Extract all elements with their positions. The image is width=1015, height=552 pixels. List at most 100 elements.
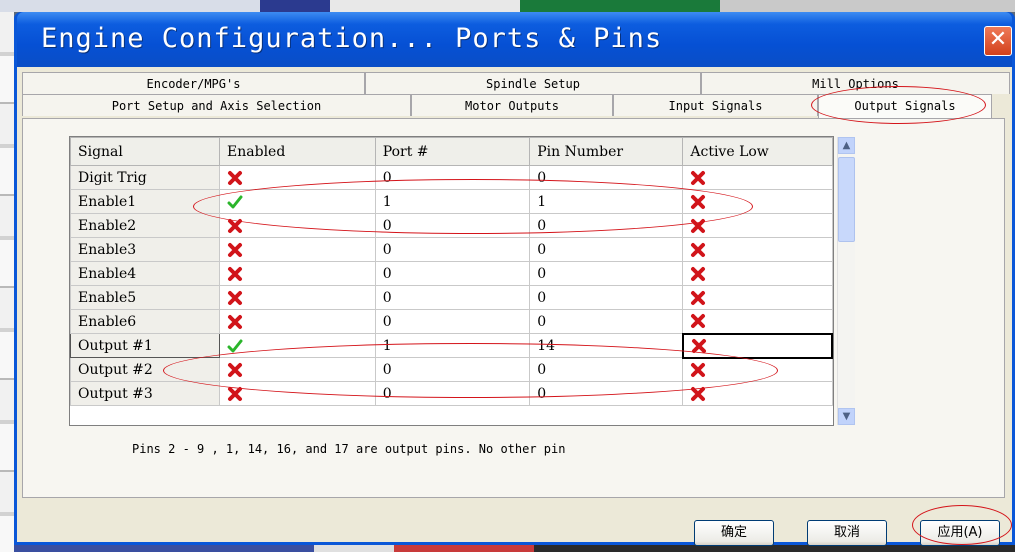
red-x-icon	[228, 290, 243, 305]
red-x-icon	[691, 338, 706, 353]
pin-number-cell[interactable]: 1	[529, 189, 684, 214]
output-signals-panel: Signal Enabled Port # Pin Number Active …	[22, 118, 1005, 498]
port-cell[interactable]: 0	[374, 237, 531, 262]
signal-name-cell[interactable]: Enable4	[70, 261, 221, 286]
active-low-cell[interactable]	[682, 309, 833, 334]
pin-number-cell[interactable]: 0	[529, 381, 684, 406]
scroll-up-arrow-icon[interactable]: ▲	[838, 137, 855, 154]
ok-button[interactable]: 确定	[694, 520, 774, 546]
red-x-icon	[691, 362, 706, 377]
apply-button[interactable]: 应用(A)	[920, 520, 1000, 546]
engine-config-dialog: Engine Configuration... Ports & Pins ✕ E…	[14, 12, 1015, 546]
port-cell[interactable]: 0	[374, 381, 531, 406]
red-x-icon	[228, 386, 243, 401]
active-low-cell[interactable]	[682, 285, 833, 310]
tab-mill-options[interactable]: Mill Options	[701, 72, 1010, 94]
active-low-cell[interactable]	[682, 261, 833, 286]
pin-number-cell[interactable]: 0	[529, 309, 684, 334]
active-low-cell[interactable]	[682, 165, 833, 190]
title-bar[interactable]: Engine Configuration... Ports & Pins ✕	[17, 12, 1012, 67]
red-x-icon	[691, 314, 706, 329]
grid-row[interactable]: Output #3 0 0	[70, 381, 833, 406]
red-x-icon	[228, 314, 243, 329]
active-low-cell[interactable]	[682, 237, 833, 262]
dialog-body: Encoder/MPG's Spindle Setup Mill Options…	[17, 67, 1012, 546]
col-header-port[interactable]: Port #	[374, 137, 531, 166]
red-x-icon	[691, 242, 706, 257]
pin-number-cell[interactable]: 0	[529, 285, 684, 310]
pin-number-cell[interactable]: 0	[529, 261, 684, 286]
grid-row[interactable]: Enable3 0 0	[70, 237, 833, 262]
signal-name-cell[interactable]: Enable5	[70, 285, 221, 310]
port-cell[interactable]: 0	[374, 309, 531, 334]
port-cell[interactable]: 1	[374, 333, 531, 358]
port-cell[interactable]: 0	[374, 285, 531, 310]
tab-row-bottom: Port Setup and Axis Selection Motor Outp…	[22, 94, 1004, 118]
enabled-cell[interactable]	[219, 261, 376, 286]
enabled-cell[interactable]	[219, 285, 376, 310]
tab-port-setup[interactable]: Port Setup and Axis Selection	[22, 94, 411, 116]
pin-number-cell[interactable]: 0	[529, 237, 684, 262]
active-low-cell[interactable]	[682, 357, 833, 382]
grid-row[interactable]: Output #2 0 0	[70, 357, 833, 382]
signal-name-cell[interactable]: Enable1	[70, 189, 221, 214]
port-cell[interactable]: 1	[374, 189, 531, 214]
tab-motor-outputs[interactable]: Motor Outputs	[411, 94, 613, 116]
signal-name-cell[interactable]: Output #3	[70, 381, 221, 406]
grid-row[interactable]: Output #1 1 14	[70, 332, 833, 359]
col-header-active-low[interactable]: Active Low	[682, 137, 833, 166]
tab-output-signals[interactable]: Output Signals	[818, 94, 992, 118]
col-header-enabled[interactable]: Enabled	[219, 137, 376, 166]
desktop-background	[0, 0, 1015, 12]
active-low-cell[interactable]	[682, 189, 833, 214]
enabled-cell[interactable]	[219, 165, 376, 190]
cancel-button[interactable]: 取消	[807, 520, 887, 546]
pin-number-cell[interactable]: 0	[529, 165, 684, 190]
scrollbar-thumb[interactable]	[838, 157, 855, 242]
grid-row[interactable]: Enable4 0 0	[70, 261, 833, 286]
signal-name-cell[interactable]: Enable3	[70, 237, 221, 262]
port-cell[interactable]: 0	[374, 213, 531, 238]
grid-row[interactable]: Enable2 0 0	[70, 213, 833, 238]
grid-vertical-scrollbar[interactable]: ▲ ▼	[837, 137, 855, 425]
red-x-icon	[228, 218, 243, 233]
desktop-background-left	[0, 12, 14, 552]
tab-encoder-mpg[interactable]: Encoder/MPG's	[22, 72, 365, 94]
signal-name-cell[interactable]: Output #2	[70, 357, 221, 382]
col-header-signal[interactable]: Signal	[70, 137, 221, 166]
port-cell[interactable]: 0	[374, 261, 531, 286]
enabled-cell[interactable]	[219, 381, 376, 406]
pin-number-cell[interactable]: 14	[529, 333, 684, 358]
enabled-cell[interactable]	[219, 309, 376, 334]
pin-number-cell[interactable]: 0	[529, 213, 684, 238]
col-header-pin-number[interactable]: Pin Number	[529, 137, 684, 166]
tab-spindle-setup[interactable]: Spindle Setup	[365, 72, 701, 94]
signals-grid: Signal Enabled Port # Pin Number Active …	[69, 136, 834, 426]
tab-input-signals[interactable]: Input Signals	[613, 94, 818, 116]
grid-row[interactable]: Enable6 0 0	[70, 309, 833, 334]
grid-row[interactable]: Digit Trig 0 0	[70, 165, 833, 190]
pin-number-cell[interactable]: 0	[529, 357, 684, 382]
red-x-icon	[228, 242, 243, 257]
port-cell[interactable]: 0	[374, 165, 531, 190]
signal-name-cell[interactable]: Output #1	[70, 333, 221, 358]
signal-name-cell[interactable]: Digit Trig	[70, 165, 221, 190]
grid-row[interactable]: Enable5 0 0	[70, 285, 833, 310]
red-x-icon	[691, 218, 706, 233]
active-low-cell[interactable]	[682, 213, 833, 238]
green-check-icon	[227, 339, 243, 352]
scroll-down-arrow-icon[interactable]: ▼	[838, 408, 855, 425]
enabled-cell[interactable]	[219, 237, 376, 262]
enabled-cell[interactable]	[219, 213, 376, 238]
enabled-cell[interactable]	[219, 357, 376, 382]
close-button[interactable]: ✕	[984, 26, 1012, 56]
desktop-background-bottom	[14, 545, 1015, 552]
signal-name-cell[interactable]: Enable2	[70, 213, 221, 238]
grid-row[interactable]: Enable1 1 1	[70, 189, 833, 214]
enabled-cell[interactable]	[219, 189, 376, 214]
active-low-cell[interactable]	[682, 381, 833, 406]
active-low-cell[interactable]	[681, 332, 833, 359]
port-cell[interactable]: 0	[374, 357, 531, 382]
enabled-cell[interactable]	[219, 333, 376, 358]
signal-name-cell[interactable]: Enable6	[70, 309, 221, 334]
